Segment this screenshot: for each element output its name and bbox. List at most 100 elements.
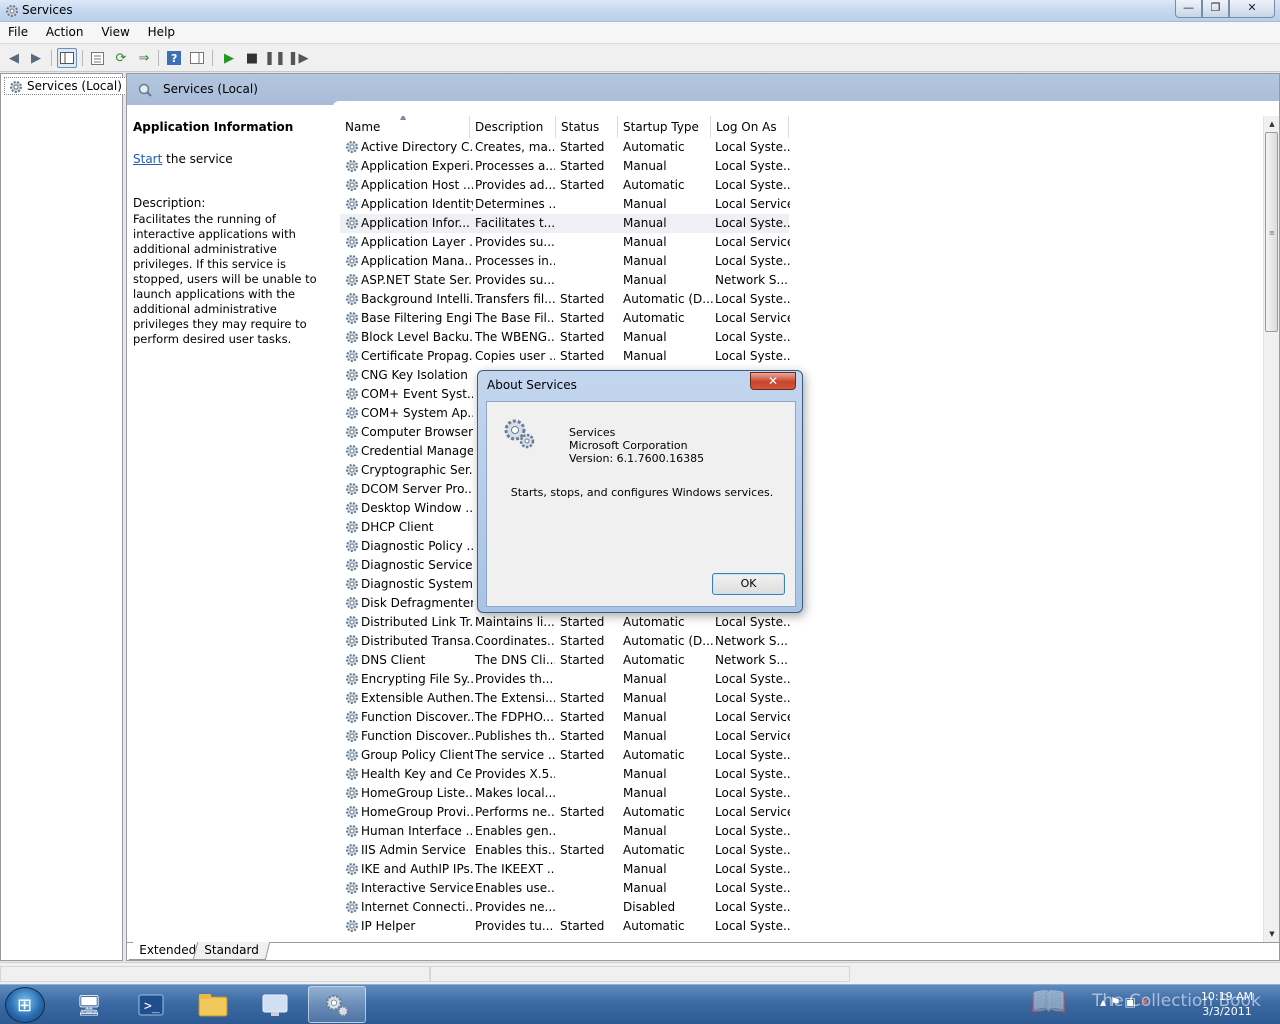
service-row[interactable]: Application Host ... Provides ad... Starte… (340, 176, 1252, 195)
service-gear-icon (344, 747, 360, 763)
status-bar (0, 962, 1280, 984)
service-gear-icon (344, 671, 360, 687)
service-row[interactable]: IIS Admin Service Enables this... Started A… (340, 841, 1252, 860)
service-startup-type: Automatic (D... (623, 634, 713, 648)
network-icon[interactable]: ▣ (1124, 995, 1135, 1009)
service-row[interactable]: Block Level Backu... The WBENG... Started M… (340, 328, 1252, 347)
service-row[interactable]: Application Identity Determines ... Manual… (340, 195, 1252, 214)
restart-service-icon[interactable]: ❚▶ (288, 48, 309, 68)
service-row[interactable]: DNS Client The DNS Cli... Started Automatic… (340, 651, 1252, 670)
service-row[interactable]: Active Directory C... Creates, ma... Start… (340, 138, 1252, 157)
maximize-button[interactable]: ❐ (1202, 0, 1229, 18)
service-startup-type: Automatic (623, 919, 685, 933)
powershell-taskbar-icon[interactable]: >_ (122, 986, 180, 1023)
service-row[interactable]: Function Discover... The FDPHO... Started M… (340, 708, 1252, 727)
service-row[interactable]: Function Discover... Publishes th... Start… (340, 727, 1252, 746)
column-header-description[interactable]: Description (470, 116, 556, 138)
service-row[interactable]: Distributed Transa... Coordinates... Start… (340, 632, 1252, 651)
service-row[interactable]: Group Policy Client The service ... Starte… (340, 746, 1252, 765)
ok-button[interactable]: OK (712, 573, 785, 595)
menu-help[interactable]: Help (140, 22, 181, 39)
back-arrow-icon[interactable]: ◀ (4, 48, 24, 68)
service-startup-type: Manual (623, 691, 667, 705)
service-gear-icon (344, 709, 360, 725)
service-gear-icon (344, 576, 360, 592)
service-startup-type: Automatic (623, 178, 685, 192)
menu-file[interactable]: File (0, 22, 34, 39)
close-button[interactable]: ✕ (1229, 0, 1275, 18)
computer-management-taskbar-icon[interactable] (246, 986, 304, 1023)
service-gear-icon (344, 766, 360, 782)
start-button[interactable]: ⊞ (5, 987, 45, 1023)
scroll-up-icon[interactable]: ▲ (1264, 116, 1280, 132)
service-name: Application Mana... (361, 254, 473, 268)
service-row[interactable]: Encrypting File Sy... Provides th... Manua… (340, 670, 1252, 689)
tree-item-services-local[interactable]: Services (Local) (4, 77, 127, 95)
console-tree-icon[interactable] (57, 48, 77, 68)
start-service-icon[interactable]: ▶ (219, 48, 239, 68)
service-row[interactable]: Distributed Link Tr... Maintains li... Sta… (340, 613, 1252, 632)
column-header-status[interactable]: Status (556, 116, 618, 138)
export-list-icon[interactable]: ⇒ (134, 48, 154, 68)
help-icon[interactable]: ? (164, 48, 184, 68)
services-taskbar-icon[interactable] (308, 986, 366, 1023)
service-startup-type: Disabled (623, 900, 676, 914)
column-header-log-on-as[interactable]: Log On As (711, 116, 789, 138)
menu-action[interactable]: Action (38, 22, 90, 39)
service-description: Creates, ma... (475, 140, 555, 154)
dialog-close-button[interactable]: ✕ (750, 372, 796, 390)
console-tree: Services (Local) (0, 73, 127, 961)
minimize-button[interactable]: — (1175, 0, 1202, 18)
refresh-icon[interactable]: ⟳ (111, 48, 131, 68)
service-row[interactable]: Background Intelli... Transfers fil... Sta… (340, 290, 1252, 309)
service-row[interactable]: HomeGroup Liste... Makes local... Manual Lo… (340, 784, 1252, 803)
service-row[interactable]: Application Infor... Facilitates t... Manu… (340, 214, 790, 233)
service-row[interactable]: HomeGroup Provi... Performs ne... Started A… (340, 803, 1252, 822)
service-row[interactable]: Application Mana... Processes in... Manual… (340, 252, 1252, 271)
properties-icon[interactable] (87, 48, 107, 68)
start-service-link[interactable]: Start (133, 152, 162, 166)
show-hide-action-pane-icon[interactable] (187, 48, 207, 68)
service-description: Facilitates t... (475, 216, 555, 230)
tab-standard[interactable]: Standard (192, 942, 270, 960)
service-name: Diagnostic System... (361, 577, 473, 591)
service-status: Started (560, 805, 605, 819)
column-header-startup-type[interactable]: Startup Type (618, 116, 711, 138)
service-row[interactable]: Application Layer ... Provides su... Manua… (340, 233, 1252, 252)
service-row[interactable]: ASP.NET State Ser... Provides su... Manual… (340, 271, 1252, 290)
service-row[interactable]: Application Experi... Processes a... Start… (340, 157, 1252, 176)
service-row[interactable]: Internet Connecti... Provides ne... Disabl… (340, 898, 1252, 917)
service-gear-icon (344, 348, 360, 364)
service-row[interactable]: Certificate Propag... Copies user ... Star… (340, 347, 1252, 366)
service-gear-icon (344, 899, 360, 915)
volume-muted-icon[interactable]: ✕ (1140, 995, 1150, 1009)
service-startup-type: Manual (623, 824, 667, 838)
explorer-taskbar-icon[interactable] (184, 986, 242, 1023)
menu-view[interactable]: View (93, 22, 135, 39)
service-row[interactable]: Base Filtering Engi... The Base Fil... Sta… (340, 309, 1252, 328)
service-log-on-as: Local Syste... (715, 672, 790, 686)
pause-service-icon[interactable]: ❚❚ (264, 48, 286, 68)
service-row[interactable]: Human Interface ... Enables gen... Manual L… (340, 822, 1252, 841)
vertical-scrollbar[interactable]: ▲ ≡ ▼ (1263, 116, 1279, 942)
forward-arrow-icon[interactable]: ▶ (26, 48, 46, 68)
svg-text:>_: >_ (144, 999, 160, 1014)
action-center-flag-icon[interactable]: ⚑ (1110, 995, 1121, 1009)
stop-service-icon[interactable]: ■ (242, 48, 262, 68)
show-hidden-icons-icon[interactable]: ▴ (1100, 995, 1106, 1009)
service-row[interactable]: IKE and AuthIP IPs... The IKEEXT ... Manua… (340, 860, 1252, 879)
service-row[interactable]: Extensible Authen... The Extensi... Starte… (340, 689, 1252, 708)
service-name: Desktop Window ... (361, 501, 473, 515)
service-log-on-as: Local Syste... (715, 178, 790, 192)
service-row[interactable]: IP Helper Provides tu... Started Automatic L… (340, 917, 1252, 936)
scroll-down-icon[interactable]: ▼ (1264, 926, 1280, 942)
about-version: Version: 6.1.7600.16385 (569, 452, 705, 465)
clock[interactable]: 10:19 AM 3/3/2011 (1192, 989, 1262, 1019)
column-header-name[interactable]: ▲ Name (340, 116, 470, 138)
service-gear-icon (344, 595, 360, 611)
service-row[interactable]: Interactive Service... Enables use... Manu… (340, 879, 1252, 898)
scroll-thumb[interactable]: ≡ (1265, 132, 1278, 332)
server-manager-taskbar-icon[interactable]: 🖥 (60, 986, 118, 1023)
service-gear-icon (344, 823, 360, 839)
service-row[interactable]: Health Key and Ce... Provides X.5... Manua… (340, 765, 1252, 784)
